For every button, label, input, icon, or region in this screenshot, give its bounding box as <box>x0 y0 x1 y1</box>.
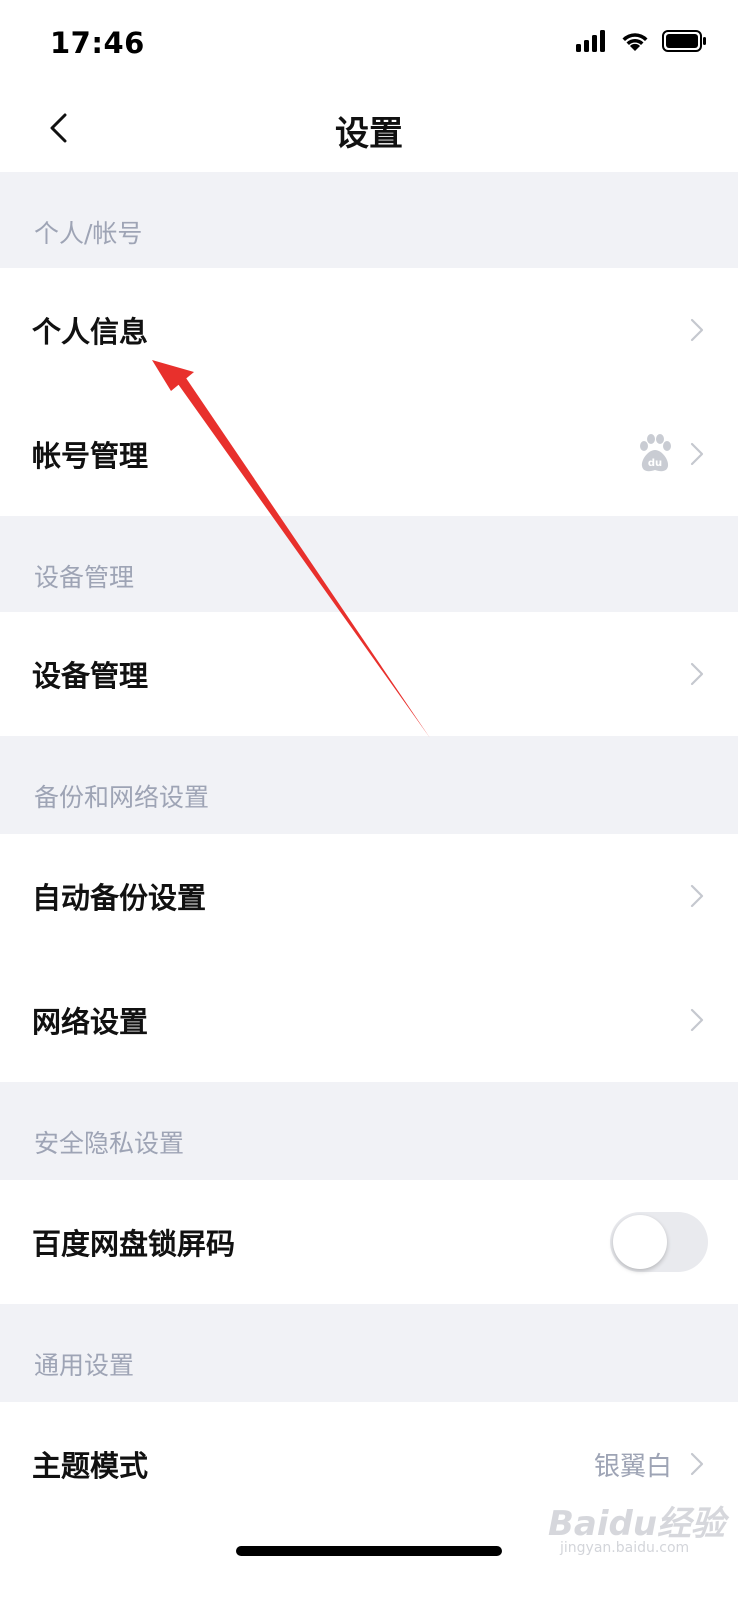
section-header-privacy: 安全隐私设置 <box>0 1082 738 1178</box>
status-icons <box>576 30 708 52</box>
list-item-label: 设备管理 <box>32 659 149 693</box>
chevron-right-icon <box>690 442 704 466</box>
list-item-lock-screen-code: 百度网盘锁屏码 <box>0 1180 738 1304</box>
status-time: 17:46 <box>50 26 145 60</box>
list-item-personal-info[interactable]: 个人信息 <box>0 268 738 392</box>
battery-icon <box>662 30 706 52</box>
wifi-icon <box>622 33 648 51</box>
section-header-account: 个人/帐号 <box>0 172 738 268</box>
section-header-devices: 设备管理 <box>0 516 738 612</box>
list-item-label: 网络设置 <box>32 1005 149 1039</box>
watermark-url: jingyan.baidu.com <box>560 1540 690 1556</box>
section-header-backup-network: 备份和网络设置 <box>0 736 738 832</box>
list-item-label: 主题模式 <box>32 1449 149 1483</box>
home-indicator[interactable] <box>236 1546 502 1556</box>
list-item-label: 帐号管理 <box>32 439 149 473</box>
group-backup-network: 自动备份设置 网络设置 <box>0 834 738 1082</box>
section-header-general: 通用设置 <box>0 1304 738 1400</box>
theme-mode-value: 银翼白 <box>593 1451 672 1482</box>
list-item-account-management[interactable]: 帐号管理 du <box>0 392 738 516</box>
status-bar: 17:46 <box>0 0 738 92</box>
toggle-knob <box>613 1215 667 1269</box>
list-item-label: 自动备份设置 <box>32 881 207 915</box>
section-header-label: 通用设置 <box>34 1351 135 1380</box>
chevron-right-icon <box>690 662 704 686</box>
baidu-paw-icon: du <box>640 434 671 472</box>
chevron-right-icon <box>690 1008 704 1032</box>
navigation-bar: 设置 <box>0 92 738 172</box>
list-item-device-management[interactable]: 设备管理 <box>0 612 738 736</box>
group-privacy: 百度网盘锁屏码 <box>0 1180 738 1304</box>
lock-screen-toggle[interactable] <box>610 1212 708 1272</box>
cellular-signal-icon <box>576 30 605 52</box>
list-item-label: 百度网盘锁屏码 <box>32 1227 236 1261</box>
chevron-right-icon <box>690 1452 704 1476</box>
list-item-auto-backup[interactable]: 自动备份设置 <box>0 834 738 958</box>
chevron-right-icon <box>690 884 704 908</box>
section-header-label: 设备管理 <box>34 563 135 592</box>
section-header-label: 个人/帐号 <box>34 219 143 248</box>
list-item-label: 个人信息 <box>32 315 149 349</box>
section-header-label: 安全隐私设置 <box>34 1129 185 1158</box>
list-item-network-settings[interactable]: 网络设置 <box>0 958 738 1082</box>
group-account: 个人信息 帐号管理 du <box>0 268 738 516</box>
watermark-logo: Baidu经验 <box>548 1504 726 1544</box>
chevron-right-icon <box>690 318 704 342</box>
svg-text:du: du <box>648 458 662 469</box>
section-header-label: 备份和网络设置 <box>34 783 210 812</box>
page-title: 设置 <box>335 114 403 154</box>
group-devices: 设备管理 <box>0 612 738 736</box>
